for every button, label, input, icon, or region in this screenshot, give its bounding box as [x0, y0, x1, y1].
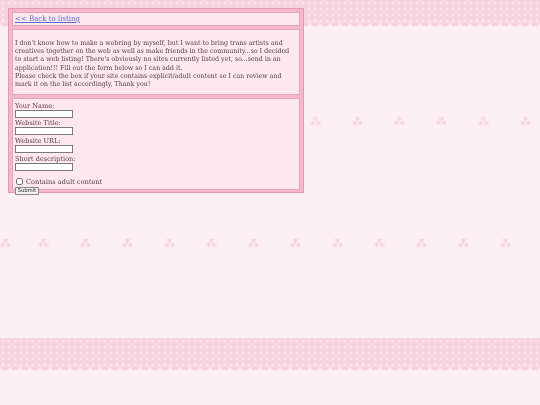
bow-icon: ⁂	[290, 237, 301, 250]
url-label: Website URL:	[15, 137, 61, 145]
description-label: Short description:	[15, 155, 76, 163]
bow-icon: ⁂	[248, 237, 259, 250]
bow-icon: ⁂	[332, 237, 343, 250]
intro-text: I don't know how to make a webring by my…	[15, 40, 297, 89]
bow-icon: ⁂	[0, 237, 11, 250]
bow-icon: ⁂	[164, 237, 175, 250]
adult-content-label: Contains adult content	[26, 178, 103, 186]
bottom-lace-band	[0, 338, 540, 366]
bow-icon: ⁂	[478, 115, 489, 128]
content-panel: << Back to listing I don't know how to m…	[8, 8, 304, 195]
title-label: Website Title:	[15, 119, 61, 127]
adult-content-checkbox[interactable]	[16, 178, 23, 185]
bottom-lace-scallop	[0, 366, 540, 374]
website-title-input[interactable]	[15, 127, 73, 135]
description-input[interactable]	[15, 163, 73, 171]
submit-button[interactable]: Submit	[15, 187, 39, 195]
nav-box: << Back to listing	[12, 12, 300, 26]
bow-icon: ⁂	[458, 237, 469, 250]
intro-box: I don't know how to make a webring by my…	[12, 29, 300, 95]
application-form: Your Name: Website Title: Website URL: S…	[12, 98, 300, 195]
bow-icon: ⁂	[374, 237, 385, 250]
bow-icon: ⁂	[38, 237, 49, 250]
bow-icon: ⁂	[206, 237, 217, 250]
bow-icon: ⁂	[416, 237, 427, 250]
name-label: Your Name:	[15, 102, 55, 110]
bow-icon: ⁂	[352, 115, 363, 128]
name-input[interactable]	[15, 110, 73, 118]
bow-icon: ⁂	[394, 115, 405, 128]
bow-icon: ⁂	[436, 115, 447, 128]
intro-paragraph: I don't know how to make a webring by my…	[15, 40, 290, 72]
bow-icon: ⁂	[500, 237, 511, 250]
intro-paragraph: Please check the box if your site contai…	[15, 72, 282, 89]
website-url-input[interactable]	[15, 145, 73, 153]
bow-icon: ⁂	[80, 237, 91, 250]
back-to-listing-link[interactable]: << Back to listing	[15, 15, 80, 23]
bow-icon: ⁂	[520, 115, 531, 128]
bow-icon: ⁂	[310, 115, 321, 128]
bow-row: ⁂ ⁂ ⁂ ⁂ ⁂ ⁂ ⁂ ⁂ ⁂ ⁂ ⁂ ⁂ ⁂	[0, 238, 540, 250]
bow-icon: ⁂	[122, 237, 133, 250]
